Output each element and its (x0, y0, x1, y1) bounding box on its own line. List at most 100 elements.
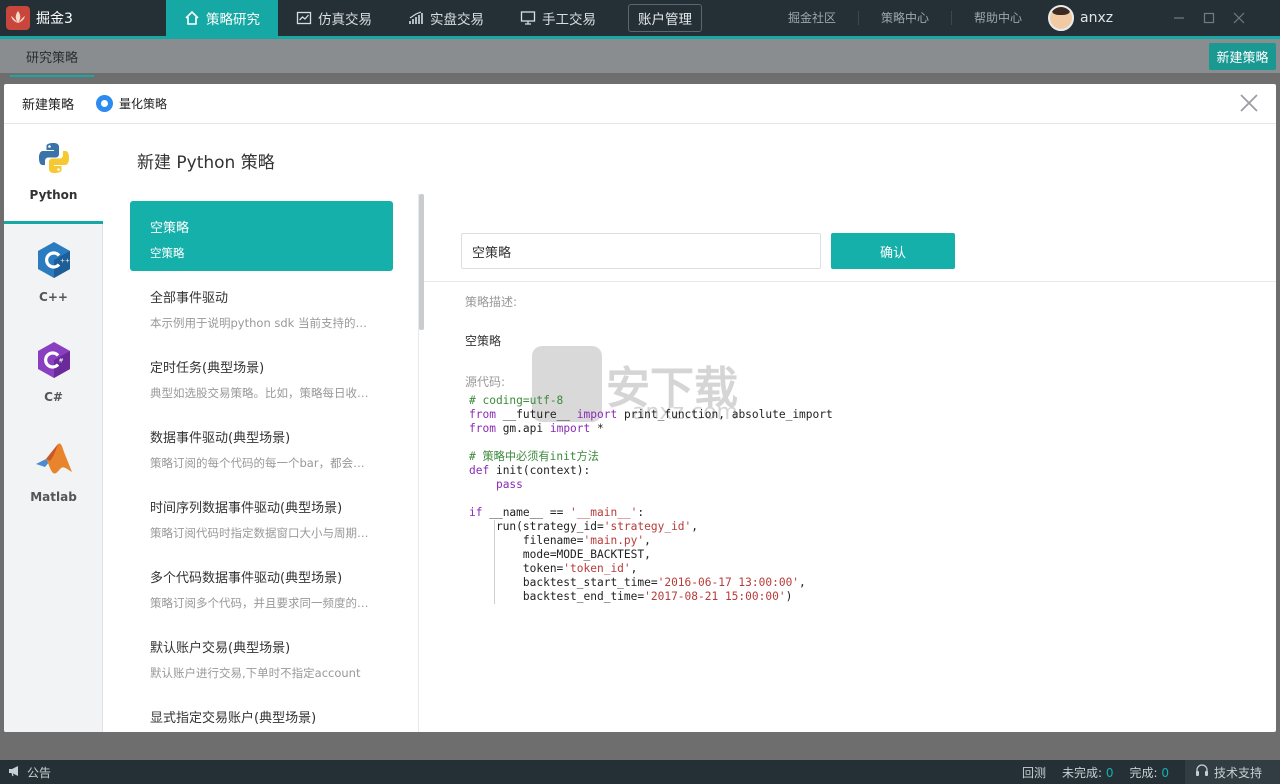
link-community[interactable]: 掘金社区 (766, 11, 860, 25)
language-matlab[interactable]: Matlab (4, 426, 103, 526)
pending-status: 未完成: 0 (1062, 764, 1114, 781)
template-desc: 默认账户进行交易,下单时不指定account (150, 666, 361, 680)
radio-label: 量化策略 (119, 97, 168, 111)
template-item[interactable]: 多个代码数据事件驱动(典型场景) 策略订阅多个代码，并且要求同一频度的数... (130, 551, 393, 621)
description-value: 空策略 (465, 334, 502, 348)
link-strategy-center[interactable]: 策略中心 (859, 11, 953, 25)
template-desc: 策略订阅代码时指定数据窗口大小与周期，... (150, 526, 373, 540)
close-window-icon[interactable] (1233, 12, 1245, 24)
language-python[interactable]: Python (4, 124, 103, 224)
strategy-name-input[interactable] (461, 233, 821, 269)
cpp-icon: ++ (34, 240, 74, 280)
quant-strategy-radio[interactable]: 量化策略 (96, 95, 167, 112)
top-links: 掘金社区 策略中心 帮助中心 (766, 0, 1044, 36)
template-item[interactable]: 时间序列数据事件驱动(典型场景) 策略订阅代码时指定数据窗口大小与周期，... (130, 481, 393, 551)
pending-label: 未完成: (1061, 765, 1102, 780)
tab-label: 手工交易 (542, 12, 596, 28)
window-controls (1173, 0, 1245, 36)
matlab-icon (34, 440, 74, 480)
tech-support-button[interactable]: 技术支持 (1184, 760, 1280, 784)
template-desc: 典型如选股交易策略。比如，策略每日收盘... (150, 386, 373, 400)
template-title: 定时任务(典型场景) (150, 361, 265, 376)
tab-label: 实盘交易 (430, 12, 484, 28)
new-strategy-button[interactable]: 新建策略 (1209, 43, 1276, 70)
done-status: 完成: 0 (1129, 764, 1169, 781)
divider (424, 281, 1276, 282)
tab-strategy-research[interactable]: 策略研究 (166, 0, 278, 36)
dialog-header: 新建策略 量化策略 (4, 84, 1276, 124)
backtest-label[interactable]: 回测 (1022, 764, 1046, 781)
support-label: 技术支持 (1213, 765, 1262, 780)
language-label: Python (29, 188, 78, 202)
username: anxz (1080, 10, 1114, 26)
dialog-title: 新建策略 (22, 98, 75, 113)
indent-guide (494, 520, 495, 604)
template-title: 空策略 (150, 221, 190, 236)
headset-icon (1195, 763, 1209, 781)
notice-label: 公告 (27, 765, 52, 780)
house-icon (184, 10, 200, 26)
status-right: 回测 未完成: 0 完成: 0 技术支持 (1022, 760, 1280, 784)
tab-simulation-trading[interactable]: 仿真交易 (278, 0, 390, 36)
app-name: 掘金3 (36, 11, 73, 27)
language-label: Matlab (30, 490, 77, 504)
app-logo[interactable]: 掘金3 (0, 0, 166, 36)
monitor-icon (520, 10, 536, 26)
description-label: 策略描述: (465, 295, 518, 309)
template-title: 时间序列数据事件驱动(典型场景) (150, 501, 343, 516)
close-icon[interactable] (1238, 92, 1260, 114)
csharp-icon: # (34, 340, 74, 380)
template-title: 多个代码数据事件驱动(典型场景) (150, 571, 343, 586)
panel-title: 新建 Python 策略 (137, 153, 275, 173)
done-label: 完成: (1129, 765, 1158, 780)
template-desc: 策略订阅多个代码，并且要求同一频度的数... (150, 596, 373, 610)
megaphone-icon (8, 765, 22, 780)
language-label: C# (44, 390, 63, 404)
template-item[interactable]: 数据事件驱动(典型场景) 策略订阅的每个代码的每一个bar，都会触... (130, 411, 393, 481)
svg-text:#: # (58, 358, 63, 365)
language-csharp[interactable]: # C# (4, 326, 103, 426)
tab-label: 仿真交易 (318, 12, 372, 28)
new-strategy-dialog: 新建策略 量化策略 Python ++ C++ # C# Matlab 新建 P… (4, 84, 1276, 732)
template-item[interactable]: 空策略 空策略 (130, 201, 393, 271)
template-title: 数据事件驱动(典型场景) (150, 431, 291, 446)
minimize-icon[interactable] (1173, 12, 1185, 24)
template-title: 显式指定交易账户(典型场景) (150, 711, 317, 726)
pending-count: 0 (1105, 765, 1114, 780)
template-desc: 策略订阅的每个代码的每一个bar，都会触... (150, 456, 373, 470)
avatar (1048, 5, 1075, 31)
language-cpp[interactable]: ++ C++ (4, 226, 103, 326)
svg-text:++: ++ (60, 258, 70, 265)
language-sidebar: Python ++ C++ # C# Matlab (4, 124, 103, 732)
account-management-button[interactable]: 账户管理 (628, 4, 702, 32)
tab-label: 策略研究 (206, 12, 260, 28)
confirm-button[interactable]: 确认 (831, 233, 955, 269)
status-bar: 公告 回测 未完成: 0 完成: 0 技术支持 (0, 760, 1280, 784)
template-list: 空策略 空策略 全部事件驱动 本示例用于说明python sdk 当前支持的回.… (130, 201, 393, 732)
tab-manual-trading[interactable]: 手工交易 (502, 0, 614, 36)
user-menu[interactable]: anxz (1048, 0, 1113, 36)
done-count: 0 (1161, 765, 1169, 780)
template-desc: 空策略 (150, 246, 185, 260)
notice-button[interactable]: 公告 (0, 764, 51, 781)
template-item[interactable]: 显式指定交易账户(典型场景) (130, 691, 393, 732)
template-item[interactable]: 定时任务(典型场景) 典型如选股交易策略。比如，策略每日收盘... (130, 341, 393, 411)
strategy-detail: 确认 策略描述: 空策略 源代码: 安下载 anxz.com # coding=… (424, 194, 1276, 732)
template-item[interactable]: 默认账户交易(典型场景) 默认账户进行交易,下单时不指定account (130, 621, 393, 691)
template-title: 默认账户交易(典型场景) (150, 641, 291, 656)
tab-live-trading[interactable]: 实盘交易 (390, 0, 502, 36)
source-code-label: 源代码: (465, 375, 506, 389)
lotus-logo-icon (6, 6, 30, 30)
template-desc: 本示例用于说明python sdk 当前支持的回... (150, 316, 373, 330)
radio-selected-icon (96, 95, 114, 112)
template-title: 全部事件驱动 (150, 291, 229, 306)
sub-bar: 研究策略 新建策略 (0, 36, 1280, 77)
python-icon (34, 138, 74, 178)
trend-bars-icon (408, 10, 424, 26)
source-code[interactable]: # coding=utf-8 from __future__ import pr… (469, 394, 833, 604)
maximize-icon[interactable] (1203, 12, 1215, 24)
link-help-center[interactable]: 帮助中心 (952, 11, 1044, 25)
template-item[interactable]: 全部事件驱动 本示例用于说明python sdk 当前支持的回... (130, 271, 393, 341)
tab-research-strategy[interactable]: 研究策略 (10, 47, 95, 77)
top-bar: 掘金3 策略研究 仿真交易 实盘交易 手工交易 账户管理 掘金社区 策略中心 帮… (0, 0, 1280, 36)
